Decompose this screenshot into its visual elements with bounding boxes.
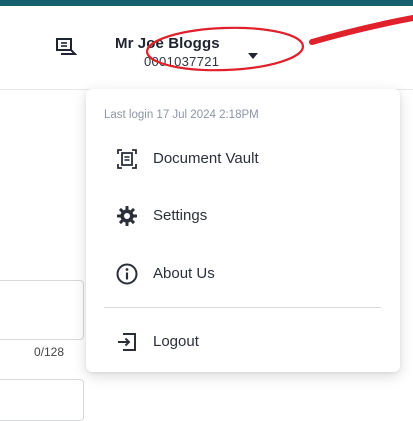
header: Mr Joe Bloggs 0001037721 (0, 6, 413, 90)
info-icon (116, 263, 138, 285)
menu-divider (104, 307, 381, 308)
chat-icon[interactable] (53, 36, 77, 58)
menu-item-label: Settings (153, 207, 208, 224)
user-account-toggle[interactable]: Mr Joe Bloggs 0001037721 (113, 34, 293, 80)
character-counter: 0/128 (34, 345, 65, 359)
gear-icon (117, 206, 137, 226)
account-dropdown-menu: Last login 17 Jul 2024 2:18PM Document V… (86, 89, 400, 372)
menu-item-document-vault[interactable]: Document Vault (86, 137, 400, 181)
menu-item-label: Document Vault (153, 150, 259, 167)
document-vault-icon (117, 149, 137, 169)
menu-item-label: Logout (153, 333, 199, 350)
menu-item-logout[interactable]: Logout (86, 320, 400, 364)
text-area[interactable] (0, 280, 84, 340)
user-name: Mr Joe Bloggs (115, 35, 220, 52)
logout-icon (118, 333, 136, 351)
caret-down-icon[interactable] (247, 52, 259, 60)
text-field[interactable] (0, 379, 84, 421)
menu-item-settings[interactable]: Settings (86, 194, 400, 238)
user-id: 0001037721 (144, 54, 220, 69)
menu-item-label: About Us (153, 265, 215, 282)
menu-item-about-us[interactable]: About Us (86, 252, 400, 296)
last-login-text: Last login 17 Jul 2024 2:18PM (104, 109, 259, 121)
